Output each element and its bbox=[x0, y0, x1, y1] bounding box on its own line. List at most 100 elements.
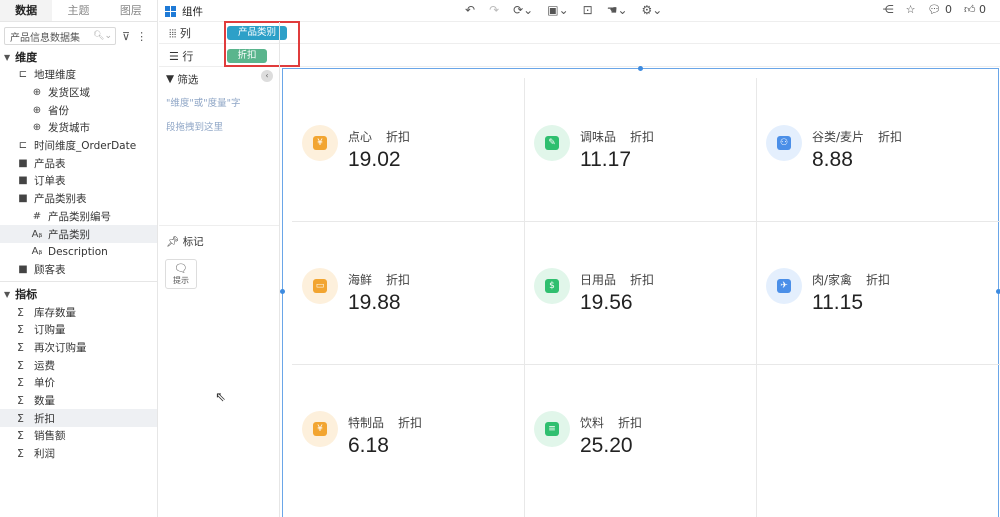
metric-item[interactable]: Σ 利润 bbox=[0, 445, 157, 463]
dimension-item[interactable]: ⊏ 时间维度_OrderDate bbox=[0, 137, 157, 155]
kpi-card[interactable]: $ 日用品 折扣 19.56 bbox=[524, 221, 756, 364]
tab-theme[interactable]: 主题 bbox=[52, 0, 104, 21]
dimension-section-header[interactable]: ▼ 维度 bbox=[0, 48, 157, 66]
kpi-category: 日用品 bbox=[580, 273, 617, 287]
dimension-item[interactable]: ■ 订单表 bbox=[0, 172, 157, 190]
kpi-card[interactable]: ¥ 特制品 折扣 6.18 bbox=[292, 364, 524, 507]
dimension-item[interactable]: ■ 产品类别表 bbox=[0, 190, 157, 208]
dimension-item-label: 发货区域 bbox=[48, 87, 90, 100]
metric-item[interactable]: Σ 数量 bbox=[0, 392, 157, 410]
dimension-item-label: 产品类别表 bbox=[34, 193, 87, 206]
filter-hint-2: 段拖拽到这里 bbox=[166, 122, 224, 133]
star-icon[interactable]: ☆ bbox=[906, 3, 916, 16]
kpi-category: 海鲜 bbox=[348, 273, 373, 287]
components-grid-icon bbox=[165, 5, 177, 18]
filter-sort-icon[interactable]: ⊽ bbox=[122, 30, 130, 43]
settings-icon[interactable]: ⚙⌄ bbox=[642, 3, 663, 17]
money-hand-icon: ✎ bbox=[534, 125, 570, 161]
kpi-card[interactable]: ⚇ 谷类/麦片 折扣 8.88 bbox=[756, 78, 988, 221]
hand-tool-icon[interactable]: ☚⌄ bbox=[607, 3, 628, 17]
comment-button[interactable]: 💬︎ 0 bbox=[928, 3, 952, 16]
component-label: 组件 bbox=[182, 6, 203, 18]
kpi-icon-glyph: ✈ bbox=[777, 279, 791, 293]
dimension-item[interactable]: ■ 产品表 bbox=[0, 154, 157, 172]
kpi-measure: 折扣 bbox=[386, 130, 411, 144]
collapse-arrow-icon: ▼ bbox=[4, 52, 11, 62]
tab-layers[interactable]: 图层 bbox=[105, 0, 157, 21]
kpi-card[interactable]: ✈ 肉/家禽 折扣 11.15 bbox=[756, 221, 988, 364]
metric-item[interactable]: Σ 库存数量 bbox=[0, 303, 157, 321]
kpi-measure: 折扣 bbox=[386, 273, 411, 287]
text-field-icon: Aᵦ bbox=[31, 246, 43, 258]
metric-item-label: 利润 bbox=[34, 448, 55, 461]
metric-list: Σ 库存数量 Σ 订购量 Σ 再次订购量 Σ 运费 Σ 单价 Σ 数量 Σ 折扣 Σ 销售额 Σ 利润 bbox=[0, 303, 157, 462]
like-count: 0 bbox=[979, 3, 986, 16]
dimension-item-label: 产品类别 bbox=[48, 228, 90, 241]
metric-item-label: 数量 bbox=[34, 395, 55, 408]
dimension-item[interactable]: # 产品类别编号 bbox=[0, 208, 157, 226]
kpi-grid: ¥ 点心 折扣 19.02 ✎ 调味品 折扣 11.17 ⚇ 谷类/麦片 折扣 8.88 ▭ 海鲜 折扣 19… bbox=[292, 78, 1000, 517]
dataset-search-input[interactable]: 产品信息数据集 🔍︎⌄ bbox=[4, 27, 116, 45]
kpi-category: 特制品 bbox=[348, 416, 385, 430]
dimension-item-label: 地理维度 bbox=[34, 69, 76, 82]
dimension-item-label: 顾客表 bbox=[34, 263, 66, 276]
plane-globe-icon: ✈ bbox=[766, 268, 802, 304]
kpi-title: 调味品 折扣 bbox=[580, 128, 654, 145]
dimension-item[interactable]: ⊕ 省份 bbox=[0, 101, 157, 119]
undo-icon[interactable]: ↶ bbox=[465, 3, 475, 17]
sigma-icon: Σ bbox=[17, 447, 24, 461]
resize-handle[interactable] bbox=[638, 66, 643, 71]
kpi-value: 11.17 bbox=[580, 148, 631, 171]
metric-section-header[interactable]: ▼ 指标 bbox=[0, 285, 157, 303]
comment-icon: 💬︎ bbox=[927, 3, 942, 16]
tab-data[interactable]: 数据 bbox=[0, 0, 53, 21]
kpi-card[interactable]: ≡ 饮料 折扣 25.20 bbox=[524, 364, 756, 507]
kpi-card[interactable]: ▭ 海鲜 折扣 19.88 bbox=[292, 221, 524, 364]
kpi-card[interactable]: ¥ 点心 折扣 19.02 bbox=[292, 78, 524, 221]
share-icon[interactable]: ⋲ bbox=[883, 3, 894, 16]
kpi-value: 6.18 bbox=[348, 434, 389, 457]
coin-icon: ¥ bbox=[302, 125, 338, 161]
more-icon[interactable]: ⋮ bbox=[136, 30, 147, 43]
metric-item[interactable]: Σ 订购量 bbox=[0, 321, 157, 339]
redo-icon[interactable]: ↷ bbox=[489, 3, 499, 17]
dimension-item[interactable]: Aᵦ 产品类别 bbox=[0, 225, 157, 243]
zoom-fit-icon[interactable]: ⊡ bbox=[583, 3, 593, 17]
text-field-icon: Aᵦ bbox=[31, 228, 43, 240]
search-icon: 🔍︎⌄ bbox=[93, 31, 112, 41]
dimension-item[interactable]: ⊕ 发货城市 bbox=[0, 119, 157, 137]
sigma-icon: Σ bbox=[17, 305, 24, 319]
tooltip-button[interactable]: 🗨︎ 提示 bbox=[165, 259, 197, 289]
column-shelf: ⦙⦙⦙ 列 产品类别 bbox=[159, 22, 1000, 44]
kpi-card[interactable]: ✎ 调味品 折扣 11.17 bbox=[524, 78, 756, 221]
metric-item[interactable]: Σ 再次订购量 bbox=[0, 339, 157, 357]
social-tools: ⋲ ☆ 💬︎ 0 👍︎ 0 bbox=[883, 3, 986, 16]
like-button[interactable]: 👍︎ 0 bbox=[964, 3, 986, 16]
folder-icon: ■ bbox=[18, 263, 28, 275]
metric-item[interactable]: Σ 销售额 bbox=[0, 427, 157, 445]
dimension-item-label: 省份 bbox=[48, 104, 69, 117]
kpi-category: 点心 bbox=[348, 130, 373, 144]
metric-item[interactable]: Σ 单价 bbox=[0, 374, 157, 392]
metric-item[interactable]: Σ 折扣 bbox=[0, 409, 157, 428]
visual-canvas[interactable]: ¥ 点心 折扣 19.02 ✎ 调味品 折扣 11.17 ⚇ 谷类/麦片 折扣 8.88 ▭ 海鲜 折扣 19… bbox=[280, 66, 1000, 517]
filter-drop-zone[interactable]: "维度"或"度量"字 段拖拽到这里 bbox=[159, 88, 279, 140]
save-icon[interactable]: ▣⌄ bbox=[547, 3, 568, 17]
kpi-title: 海鲜 折扣 bbox=[348, 271, 410, 288]
dimension-item[interactable]: ⊕ 发货区域 bbox=[0, 84, 157, 102]
hierarchy-icon: ⊏ bbox=[18, 69, 28, 81]
dimension-item[interactable]: Aᵦ Description bbox=[0, 243, 157, 261]
metric-item-label: 销售额 bbox=[34, 430, 66, 443]
metric-item[interactable]: Σ 运费 bbox=[0, 356, 157, 374]
component-menu[interactable]: 组件 bbox=[165, 4, 203, 19]
refresh-icon[interactable]: ⟳⌄ bbox=[513, 3, 533, 17]
dimension-item[interactable]: ⊏ 地理维度 bbox=[0, 66, 157, 84]
dimension-item-label: Description bbox=[48, 245, 108, 258]
kpi-icon-glyph: ✎ bbox=[545, 136, 559, 150]
dimension-list: ⊏ 地理维度 ⊕ 发货区域 ⊕ 省份 ⊕ 发货城市 ⊏ 时间维度_OrderDate ■ 产品表 ■ 订单… bbox=[0, 66, 157, 278]
resize-handle[interactable] bbox=[280, 289, 285, 294]
collapse-panel-button[interactable]: ‹ bbox=[261, 70, 273, 82]
kpi-value: 19.02 bbox=[348, 148, 401, 171]
dimension-item[interactable]: ■ 顾客表 bbox=[0, 261, 157, 279]
sigma-icon: Σ bbox=[17, 340, 24, 354]
